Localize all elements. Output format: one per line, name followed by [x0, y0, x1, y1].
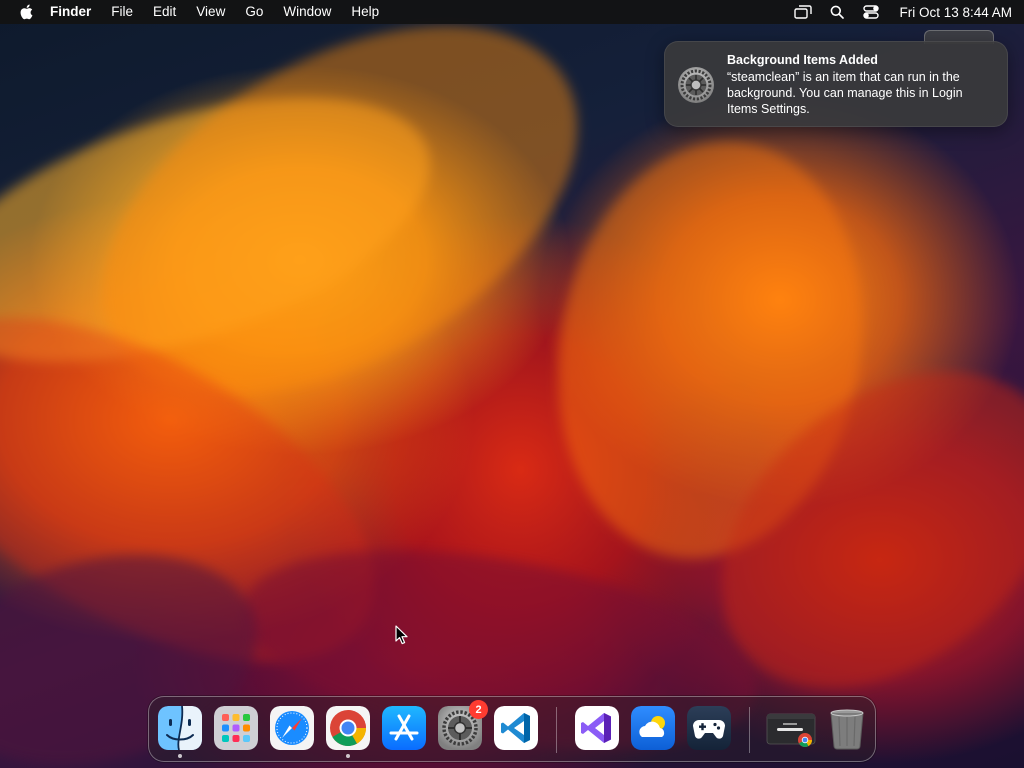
menubar-clock[interactable]: Fri Oct 13 8:44 AM [895, 5, 1012, 20]
menu-file[interactable]: File [101, 0, 143, 24]
notification-banner[interactable]: Background Items Added “steamclean” is a… [664, 41, 1008, 127]
spotlight-search-icon[interactable] [827, 3, 847, 21]
minimized-window-icon [765, 706, 817, 750]
gamepad-icon [687, 706, 731, 750]
dock-separator [556, 707, 557, 753]
dock-app-safari[interactable] [270, 706, 314, 750]
vscode-icon [494, 706, 538, 750]
menu-edit[interactable]: Edit [143, 0, 186, 24]
notification-body: “steamclean” is an item that can run in … [727, 70, 963, 116]
chrome-icon [326, 706, 370, 750]
launchpad-icon [214, 706, 258, 750]
app-menu-finder[interactable]: Finder [40, 0, 101, 24]
app-store-icon [382, 706, 426, 750]
menu-bar: Finder File Edit View Go Window Help Fri… [0, 0, 1024, 24]
dock-app-launchpad[interactable] [214, 706, 258, 750]
dock-app-chrome[interactable] [326, 706, 370, 750]
dock-app-finder[interactable] [158, 706, 202, 750]
dock-app-app-store[interactable] [382, 706, 426, 750]
running-indicator-chrome [346, 754, 350, 758]
dock-app-visual-studio[interactable] [575, 706, 619, 750]
system-settings-icon [677, 66, 715, 104]
menu-window[interactable]: Window [273, 0, 341, 24]
apple-logo-icon [20, 4, 33, 20]
notification-title: Background Items Added [727, 53, 878, 67]
menu-go[interactable]: Go [235, 0, 273, 24]
dock-app-weather[interactable] [631, 706, 675, 750]
weather-icon [631, 706, 675, 750]
control-center-icon[interactable] [861, 3, 881, 21]
apple-menu-button[interactable] [12, 4, 40, 20]
notification-badge: 2 [469, 700, 488, 719]
dock-app-vscode[interactable] [494, 706, 538, 750]
running-indicator-finder [178, 754, 182, 758]
dock-separator [749, 707, 750, 753]
menu-help[interactable]: Help [341, 0, 389, 24]
dock-minimized-window[interactable] [765, 706, 817, 750]
finder-icon [158, 706, 202, 750]
safari-icon [270, 706, 314, 750]
mouse-cursor-icon [395, 625, 408, 645]
dock-app-trash[interactable] [825, 706, 869, 750]
screen-mirroring-icon[interactable] [793, 3, 813, 21]
dock-app-steam-link[interactable] [687, 706, 731, 750]
menu-view[interactable]: View [186, 0, 235, 24]
visual-studio-icon [575, 706, 619, 750]
trash-icon [825, 706, 869, 750]
dock-app-system-settings[interactable]: 2 [438, 700, 488, 750]
dock: 2 [148, 696, 876, 762]
